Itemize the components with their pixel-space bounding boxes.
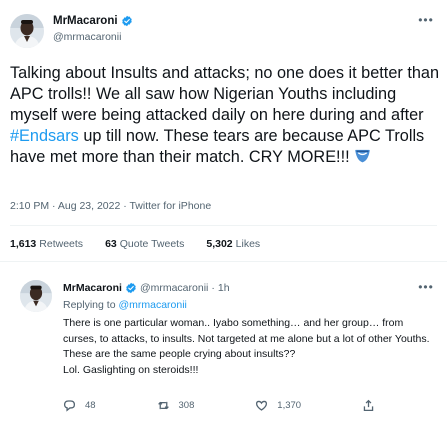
author-name-text[interactable]: MrMacaroni bbox=[53, 15, 118, 27]
reply-count: 48 bbox=[85, 400, 96, 411]
more-options-icon[interactable]: ••• bbox=[417, 13, 435, 27]
retweet-button[interactable]: 308 bbox=[157, 399, 195, 412]
comment-icon bbox=[63, 400, 76, 412]
reply-more-options-icon[interactable]: ••• bbox=[417, 280, 435, 294]
reply-actions: 48 308 1,370 bbox=[63, 399, 393, 412]
divider bbox=[0, 261, 447, 262]
author-handle[interactable]: @mrmacaronii bbox=[53, 31, 121, 43]
reply-header: MrMacaroni @mrmacaronii · 1h bbox=[63, 282, 230, 294]
replying-to-mention[interactable]: @mrmacaronii bbox=[118, 299, 186, 311]
reply-text-line: Lol. Gaslighting on steroids!!! bbox=[63, 363, 199, 376]
share-button[interactable] bbox=[362, 399, 375, 412]
author-name[interactable]: MrMacaroni bbox=[53, 15, 133, 27]
reply-text: There is one particular woman.. Iyabo so… bbox=[63, 316, 435, 378]
replying-to-label: Replying to bbox=[63, 299, 116, 311]
timestamp-text[interactable]: 2:10 PM · Aug 23, 2022 · Twitter for iPh… bbox=[10, 200, 211, 212]
verified-badge-icon bbox=[121, 15, 132, 27]
quote-tweets-count: 63 bbox=[105, 238, 117, 250]
reply-tweet[interactable]: MrMacaroni @mrmacaronii · 1h ••• Replyin… bbox=[0, 268, 447, 426]
reply-text-line: These are the same people crying about i… bbox=[63, 348, 296, 360]
hashtag-link[interactable]: #Endsars bbox=[10, 127, 79, 145]
share-icon bbox=[363, 399, 374, 412]
like-button[interactable]: 1,370 bbox=[255, 399, 301, 412]
like-count: 1,370 bbox=[277, 400, 302, 411]
reply-author-avatar[interactable] bbox=[20, 280, 52, 312]
crying-face-emoji-icon bbox=[355, 149, 370, 163]
quote-tweets-label: Quote Tweets bbox=[119, 238, 185, 250]
reply-button[interactable]: 48 bbox=[63, 399, 96, 412]
likes-stat[interactable]: 5,302 Likes bbox=[206, 238, 260, 250]
divider bbox=[10, 225, 437, 226]
tweet-timestamp[interactable]: 2:10 PM · Aug 23, 2022 · Twitter for iPh… bbox=[10, 200, 211, 212]
reply-time[interactable]: 1h bbox=[218, 282, 230, 294]
retweets-label: Retweets bbox=[39, 238, 84, 250]
retweet-icon bbox=[157, 401, 169, 410]
likes-label: Likes bbox=[235, 238, 261, 250]
tweet-stats: 1,613 Retweets 63 Quote Tweets 5,302 Likes bbox=[10, 238, 260, 250]
tweet-text-part-1: Talking about Insults and attacks; no on… bbox=[10, 64, 440, 124]
heart-icon bbox=[256, 400, 268, 411]
retweets-stat[interactable]: 1,613 Retweets bbox=[10, 238, 83, 250]
reply-text-line: There is one particular woman.. Iyabo so… bbox=[63, 317, 430, 345]
replying-to: Replying to @mrmacaronii bbox=[63, 299, 187, 311]
quote-tweets-stat[interactable]: 63 Quote Tweets bbox=[105, 238, 184, 250]
reply-author-handle[interactable]: @mrmacaronii bbox=[140, 282, 208, 294]
author-avatar[interactable] bbox=[10, 14, 44, 48]
retweets-count: 1,613 bbox=[10, 238, 37, 250]
likes-count: 5,302 bbox=[206, 238, 233, 250]
retweet-count: 308 bbox=[178, 400, 195, 411]
main-tweet: MrMacaroni @mrmacaronii ••• Talking abou… bbox=[0, 0, 447, 262]
tweet-text: Talking about Insults and attacks; no on… bbox=[10, 63, 440, 168]
reply-author-name[interactable]: MrMacaroni bbox=[63, 282, 122, 294]
separator-dot: · bbox=[211, 282, 215, 294]
verified-badge-icon bbox=[126, 282, 136, 294]
